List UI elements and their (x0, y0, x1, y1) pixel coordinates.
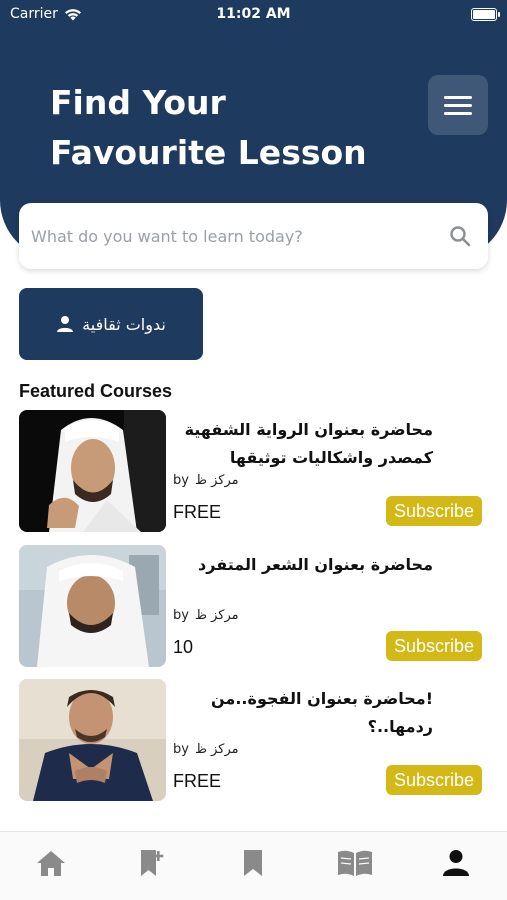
course-thumbnail[interactable] (19, 545, 166, 667)
course-price: 10 (173, 637, 194, 657)
subscribe-button[interactable]: Subscribe (386, 631, 482, 661)
subscribe-button[interactable]: Subscribe (386, 496, 482, 526)
lecturer-photo-image (19, 410, 166, 532)
menu-button[interactable] (428, 75, 488, 135)
battery-icon (471, 7, 500, 21)
course-price: FREE (173, 771, 222, 791)
by-label: by (173, 608, 189, 623)
subscribe-button[interactable]: Subscribe (386, 765, 482, 795)
page-title-line1: Find Your (50, 83, 226, 122)
home-icon (36, 851, 65, 876)
category-label: ندوات ثقافية (82, 314, 166, 334)
course-title[interactable]: محاضرة بعنوان الشعر المتفرد (173, 545, 488, 579)
search-icon[interactable] (448, 224, 472, 248)
page-title-line2: Favourite Lesson (50, 133, 367, 172)
status-time: 11:02 AM (216, 6, 291, 22)
category-chip[interactable]: ندوات ثقافية (19, 288, 203, 360)
status-bar: Carrier 11:02 AM (0, 0, 507, 28)
wifi-icon (64, 8, 81, 20)
course-thumbnail[interactable] (19, 410, 166, 532)
author-name: مركز ظ (194, 742, 239, 757)
course-author: by مركز ظ (173, 608, 239, 623)
lecturer-photo-image (19, 545, 166, 667)
hamburger-icon-bar (444, 111, 472, 115)
profile-icon (443, 850, 470, 876)
tab-bookmark-add[interactable] (122, 843, 182, 883)
hamburger-icon-bar (444, 103, 472, 107)
course-price: FREE (173, 502, 222, 522)
by-label: by (173, 473, 189, 488)
tab-profile[interactable] (426, 843, 486, 883)
bookmark-add-icon (141, 850, 164, 876)
tab-bar (0, 831, 507, 900)
tab-home[interactable] (21, 843, 81, 883)
course-author: by مركز ظ (173, 742, 239, 757)
book-open-icon (337, 850, 372, 876)
author-name: مركز ظ (194, 608, 239, 623)
course-card[interactable]: محاضرة بعنوان الرواية الشفهية كمصدر واشك… (19, 410, 488, 532)
course-title[interactable]: !محاضرة بعنوان الفجوة..من ردمها..؟ (173, 679, 488, 741)
search-input[interactable] (31, 226, 448, 246)
search-bar (19, 203, 488, 269)
course-thumbnail[interactable] (19, 679, 166, 801)
author-name: مركز ظ (194, 473, 239, 488)
course-card[interactable]: محاضرة بعنوان الشعر المتفرد by مركز ظ 10… (19, 545, 488, 667)
course-title[interactable]: محاضرة بعنوان الرواية الشفهية كمصدر واشك… (173, 410, 488, 472)
bookmark-icon (244, 850, 263, 876)
lecturer-photo-image (19, 679, 166, 801)
course-card[interactable]: !محاضرة بعنوان الفجوة..من ردمها..؟ by مر… (19, 679, 488, 801)
featured-courses-title: Featured Courses (19, 381, 173, 401)
tab-bookmarks[interactable] (223, 843, 283, 883)
course-author: by مركز ظ (173, 473, 239, 488)
page-title: Find Your Favourite Lesson (50, 78, 380, 178)
tab-library[interactable] (325, 843, 385, 883)
person-icon (57, 316, 74, 332)
hamburger-icon-bar (444, 95, 472, 99)
carrier-label: Carrier (10, 6, 58, 22)
by-label: by (173, 742, 189, 757)
